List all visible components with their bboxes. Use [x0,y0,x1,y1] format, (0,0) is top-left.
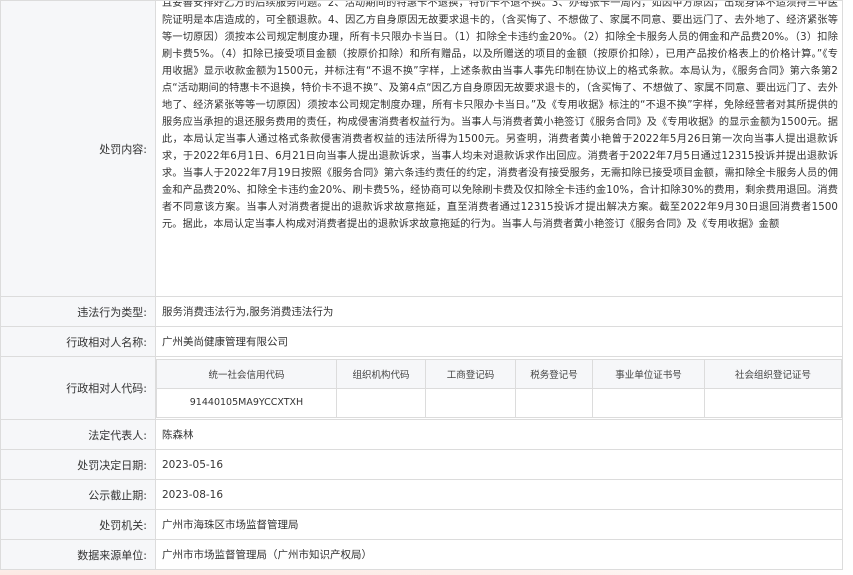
violation-type-label: 违法行为类型: [0,296,156,327]
credit-code-value: 91440105MA9YCCXTXH [156,387,337,418]
social-org-value [704,387,842,418]
row-party-name: 行政相对人名称: 广州美尚健康管理有限公司 [0,326,843,357]
authority-value: 广州市海珠区市场监督管理局 [155,509,843,540]
publicity-end-label: 公示截止期: [0,479,156,510]
row-data-source: 数据来源单位: 广州市市场监督管理局（广州市知识产权局） [0,539,843,570]
data-source-label: 数据来源单位: [0,539,156,570]
penalty-content-scroll[interactable]: 且妥善安排好乙方的后续服务问题。2、活动期间的特惠卡不退换，特价卡不退不换。3、… [162,1,838,293]
tax-reg-value [515,387,593,418]
code-header-cell: 社会组织登记证号 [704,358,842,389]
row-legal-rep: 法定代表人: 陈森林 [0,419,843,450]
penalty-content-label: 处罚内容: [0,0,156,297]
code-header-cell: 工商登记码 [425,358,516,389]
code-header-row: 统一社会信用代码 组织机构代码 工商登记码 税务登记号 事业单位证书号 社会组织… [156,358,842,389]
violation-type-value: 服务消费违法行为,服务消费违法行为 [155,296,843,327]
code-header-cell: 事业单位证书号 [592,358,705,389]
party-name-value: 广州美尚健康管理有限公司 [155,326,843,357]
penalty-info-table: 处罚内容: 且妥善安排好乙方的后续服务问题。2、活动期间的特惠卡不退换，特价卡不… [0,0,843,570]
legal-rep-label: 法定代表人: [0,419,156,450]
row-publicity-end: 公示截止期: 2023-08-16 [0,479,843,510]
party-code-label: 行政相对人代码: [0,356,156,420]
code-value-row: 91440105MA9YCCXTXH [156,387,842,418]
decision-date-value: 2023-05-16 [155,449,843,480]
penalty-content-text: 且妥善安排好乙方的后续服务问题。2、活动期间的特惠卡不退换，特价卡不退不换。3、… [162,1,838,230]
code-header-cell: 组织机构代码 [336,358,426,389]
decision-date-label: 处罚决定日期: [0,449,156,480]
row-party-code: 行政相对人代码: 统一社会信用代码 组织机构代码 工商登记码 税务登记号 事业单… [0,356,843,420]
legal-rep-value: 陈森林 [155,419,843,450]
row-penalty-content: 处罚内容: 且妥善安排好乙方的后续服务问题。2、活动期间的特惠卡不退换，特价卡不… [0,0,843,297]
row-violation-type: 违法行为类型: 服务消费违法行为,服务消费违法行为 [0,296,843,327]
code-header-cell: 税务登记号 [515,358,593,389]
publicity-end-value: 2023-08-16 [155,479,843,510]
institution-cert-value [592,387,705,418]
authority-label: 处罚机关: [0,509,156,540]
row-authority: 处罚机关: 广州市海珠区市场监督管理局 [0,509,843,540]
code-header-cell: 统一社会信用代码 [156,358,337,389]
data-source-value: 广州市市场监督管理局（广州市知识产权局） [155,539,843,570]
org-code-value [336,387,426,418]
business-reg-value [425,387,516,418]
party-name-label: 行政相对人名称: [0,326,156,357]
row-decision-date: 处罚决定日期: 2023-05-16 [0,449,843,480]
party-code-table: 统一社会信用代码 组织机构代码 工商登记码 税务登记号 事业单位证书号 社会组织… [156,358,842,418]
